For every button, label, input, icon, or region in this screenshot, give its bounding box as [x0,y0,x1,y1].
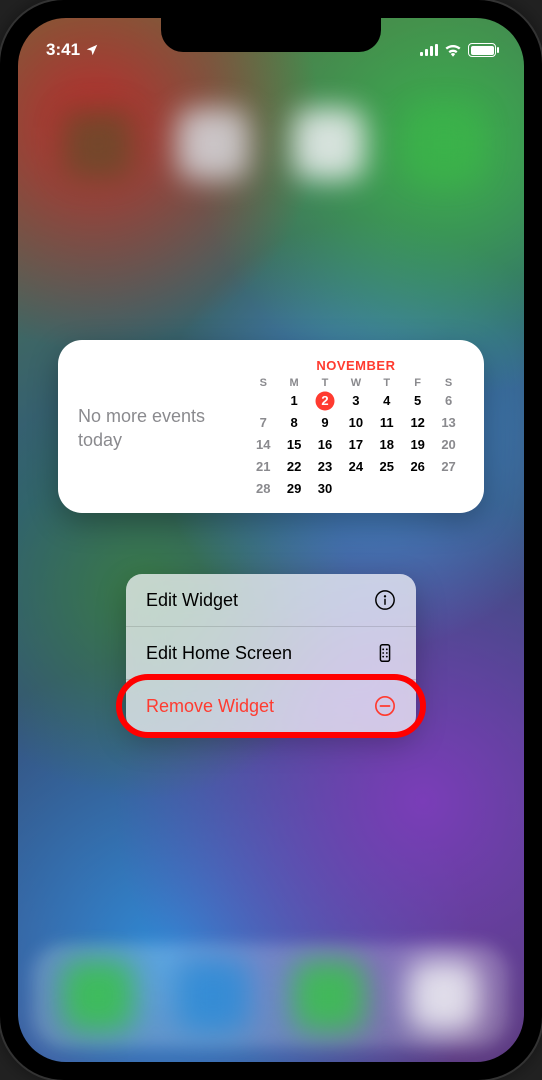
wifi-icon [444,43,462,57]
menu-item-label: Edit Home Screen [146,643,292,664]
calendar-day-header: M [279,377,310,389]
calendar-day-cell: 21 [248,457,279,477]
location-icon [85,43,99,57]
calendar-day-cell: 17 [340,435,371,455]
calendar-day-cell [340,479,371,499]
calendar-day-cell: 14 [248,435,279,455]
calendar-widget[interactable]: No more events today NOVEMBER SMTWTFS123… [58,340,484,513]
calendar-day-cell: 7 [248,413,279,433]
calendar-day-cell [402,479,433,499]
menu-item-label: Remove Widget [146,696,274,717]
calendar-day-cell: 5 [402,391,433,411]
minus-circle-icon [374,695,396,717]
widget-calendar: NOVEMBER SMTWTFS123456789101112131415161… [248,358,464,499]
calendar-day-header: F [402,377,433,389]
battery-icon [468,43,496,57]
calendar-day-cell: 24 [340,457,371,477]
calendar-day-cell [371,479,402,499]
info-circle-icon [374,589,396,611]
calendar-day-cell: 27 [433,457,464,477]
calendar-day-cell [248,391,279,411]
widget-left: No more events today [78,358,248,499]
status-time: 3:41 [46,40,80,60]
notch [161,18,381,52]
calendar-day-cell: 2 [310,391,341,411]
calendar-day-header: T [371,377,402,389]
calendar-day-cell: 28 [248,479,279,499]
calendar-day-cell: 10 [340,413,371,433]
calendar-day-cell: 11 [371,413,402,433]
apps-rect-icon [374,642,396,664]
calendar-grid: SMTWTFS123456789101112131415161718192021… [248,377,464,499]
calendar-day-cell: 26 [402,457,433,477]
calendar-day-cell: 19 [402,435,433,455]
menu-item-label: Edit Widget [146,590,238,611]
calendar-day-header: T [310,377,341,389]
status-left: 3:41 [46,40,99,60]
calendar-day-header: S [248,377,279,389]
calendar-day-cell: 13 [433,413,464,433]
calendar-day-header: S [433,377,464,389]
screen: 3:41 No more events today NOVEMBER SMTWT… [18,18,524,1062]
menu-item-remove-widget[interactable]: Remove Widget [126,680,416,732]
calendar-day-cell: 1 [279,391,310,411]
home-row-blur [18,108,524,180]
calendar-day-header: W [340,377,371,389]
calendar-day-cell: 8 [279,413,310,433]
calendar-month-label: NOVEMBER [248,358,464,373]
calendar-day-cell: 20 [433,435,464,455]
calendar-day-cell [433,479,464,499]
menu-item-edit-home-screen[interactable]: Edit Home Screen [126,627,416,680]
status-right [420,43,496,57]
calendar-day-cell: 18 [371,435,402,455]
calendar-day-cell: 4 [371,391,402,411]
calendar-day-cell: 23 [310,457,341,477]
calendar-day-cell: 22 [279,457,310,477]
widget-context-menu: Edit Widget Edit Home Screen Remove Widget [126,574,416,732]
no-events-text: No more events today [78,405,248,452]
phone-frame: 3:41 No more events today NOVEMBER SMTWT… [0,0,542,1080]
calendar-day-cell: 16 [310,435,341,455]
calendar-day-cell: 15 [279,435,310,455]
calendar-day-cell: 12 [402,413,433,433]
calendar-day-cell: 29 [279,479,310,499]
calendar-day-cell: 3 [340,391,371,411]
menu-item-edit-widget[interactable]: Edit Widget [126,574,416,627]
calendar-day-cell: 25 [371,457,402,477]
signal-icon [420,44,438,56]
calendar-day-cell: 30 [310,479,341,499]
dock-row-blur [18,960,524,1032]
calendar-day-cell: 9 [310,413,341,433]
calendar-day-cell: 6 [433,391,464,411]
